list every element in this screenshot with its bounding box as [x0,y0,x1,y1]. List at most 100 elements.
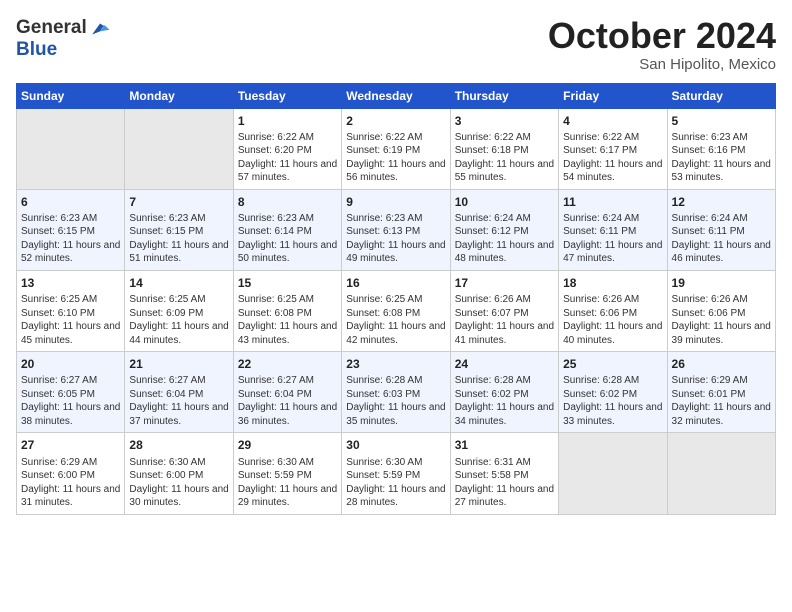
daylight-text: Daylight: 11 hours and 33 minutes. [563,401,662,428]
sunrise-text: Sunrise: 6:30 AM [346,456,445,470]
calendar-cell: 30Sunrise: 6:30 AMSunset: 5:59 PMDayligh… [342,433,450,514]
sunrise-text: Sunrise: 6:24 AM [672,212,771,226]
sunset-text: Sunset: 6:13 PM [346,225,445,239]
col-header-sunday: Sunday [17,83,125,108]
sunrise-text: Sunrise: 6:23 AM [346,212,445,226]
daylight-text: Daylight: 11 hours and 52 minutes. [21,239,120,266]
calendar-cell: 9Sunrise: 6:23 AMSunset: 6:13 PMDaylight… [342,189,450,270]
sunset-text: Sunset: 6:16 PM [672,144,771,158]
location-title: San Hipolito, Mexico [548,56,776,73]
sunset-text: Sunset: 6:04 PM [238,388,337,402]
day-number: 5 [672,113,771,129]
sunrise-text: Sunrise: 6:25 AM [238,293,337,307]
calendar-cell: 21Sunrise: 6:27 AMSunset: 6:04 PMDayligh… [125,352,233,433]
calendar-cell: 26Sunrise: 6:29 AMSunset: 6:01 PMDayligh… [667,352,775,433]
sunset-text: Sunset: 6:08 PM [238,307,337,321]
calendar-cell: 7Sunrise: 6:23 AMSunset: 6:15 PMDaylight… [125,189,233,270]
day-number: 27 [21,437,120,453]
calendar-week-row: 27 Sunrise: 6:29 AMSunset: 6:00 PM Dayligh… [17,433,776,514]
sunrise-text: Sunrise: 6:22 AM [563,131,662,145]
sunset-text: Sunset: 5:59 PM [346,469,445,483]
col-header-friday: Friday [559,83,667,108]
sunrise-text: Sunrise: 6:29 AM [672,374,771,388]
sunrise-text: Sunrise: 6:31 AM [455,456,554,470]
daylight-text: Daylight: 11 hours and 40 minutes. [563,320,662,347]
calendar-cell: 24Sunrise: 6:28 AMSunset: 6:02 PMDayligh… [450,352,558,433]
sunrise-text: Sunrise: 6:28 AM [455,374,554,388]
daylight-text: Daylight: 11 hours and 57 minutes. [238,158,337,185]
daylight-text: Daylight: 11 hours and 43 minutes. [238,320,337,347]
sunrise-text: Sunrise: 6:27 AM [238,374,337,388]
sunset-text: Sunset: 6:15 PM [21,225,120,239]
sunrise-text: Sunrise: 6:29 AM [21,456,120,470]
daylight-text: Daylight: 11 hours and 44 minutes. [129,320,228,347]
sunrise-text: Sunrise: 6:26 AM [672,293,771,307]
calendar-cell: 4Sunrise: 6:22 AMSunset: 6:17 PMDaylight… [559,108,667,189]
sunrise-text: Sunrise: 6:27 AM [129,374,228,388]
calendar-cell [17,108,125,189]
daylight-text: Daylight: 11 hours and 49 minutes. [346,239,445,266]
daylight-text: Daylight: 11 hours and 30 minutes. [129,483,228,510]
day-number: 14 [129,275,228,291]
day-number: 3 [455,113,554,129]
daylight-text: Daylight: 11 hours and 34 minutes. [455,401,554,428]
daylight-text: Daylight: 11 hours and 37 minutes. [129,401,228,428]
calendar-cell: 31Sunrise: 6:31 AMSunset: 5:58 PMDayligh… [450,433,558,514]
calendar-table: SundayMondayTuesdayWednesdayThursdayFrid… [16,83,776,515]
sunrise-text: Sunrise: 6:30 AM [238,456,337,470]
daylight-text: Daylight: 11 hours and 38 minutes. [21,401,120,428]
calendar-cell: 28Sunrise: 6:30 AMSunset: 6:00 PMDayligh… [125,433,233,514]
sunrise-text: Sunrise: 6:23 AM [129,212,228,226]
calendar-cell: 10Sunrise: 6:24 AMSunset: 6:12 PMDayligh… [450,189,558,270]
sunset-text: Sunset: 6:17 PM [563,144,662,158]
calendar-cell: 18Sunrise: 6:26 AMSunset: 6:06 PMDayligh… [559,270,667,351]
sunset-text: Sunset: 6:10 PM [21,307,120,321]
day-number: 10 [455,194,554,210]
calendar-cell [125,108,233,189]
calendar-cell: 27Sunrise: 6:29 AMSunset: 6:00 PMDayligh… [17,433,125,514]
day-number: 26 [672,356,771,372]
sunrise-text: Sunrise: 6:26 AM [455,293,554,307]
logo-bird-icon [89,18,111,40]
sunset-text: Sunset: 6:01 PM [672,388,771,402]
calendar-cell: 11Sunrise: 6:24 AMSunset: 6:11 PMDayligh… [559,189,667,270]
sunset-text: Sunset: 6:05 PM [21,388,120,402]
day-number: 7 [129,194,228,210]
col-header-saturday: Saturday [667,83,775,108]
sunrise-text: Sunrise: 6:22 AM [346,131,445,145]
calendar-cell: 17Sunrise: 6:26 AMSunset: 6:07 PMDayligh… [450,270,558,351]
sunset-text: Sunset: 6:12 PM [455,225,554,239]
day-number: 31 [455,437,554,453]
calendar-cell [667,433,775,514]
day-number: 1 [238,113,337,129]
sunrise-text: Sunrise: 6:25 AM [129,293,228,307]
calendar-cell: 29Sunrise: 6:30 AMSunset: 5:59 PMDayligh… [233,433,341,514]
col-header-thursday: Thursday [450,83,558,108]
daylight-text: Daylight: 11 hours and 54 minutes. [563,158,662,185]
sunset-text: Sunset: 6:18 PM [455,144,554,158]
daylight-text: Daylight: 11 hours and 29 minutes. [238,483,337,510]
sunrise-text: Sunrise: 6:23 AM [238,212,337,226]
sunset-text: Sunset: 6:14 PM [238,225,337,239]
month-title: October 2024 [548,16,776,56]
sunset-text: Sunset: 6:00 PM [21,469,120,483]
sunrise-text: Sunrise: 6:30 AM [129,456,228,470]
daylight-text: Daylight: 11 hours and 28 minutes. [346,483,445,510]
calendar-cell: 2Sunrise: 6:22 AMSunset: 6:19 PMDaylight… [342,108,450,189]
col-header-tuesday: Tuesday [233,83,341,108]
sunrise-text: Sunrise: 6:23 AM [672,131,771,145]
calendar-week-row: 20Sunrise: 6:27 AMSunset: 6:05 PMDayligh… [17,352,776,433]
day-number: 25 [563,356,662,372]
sunset-text: Sunset: 6:06 PM [563,307,662,321]
calendar-cell: 20 Sunrise: 6:27 AMSunset: 6:05 PMDayligh… [17,352,125,433]
logo-blue: Blue [16,40,111,61]
calendar-week-row: 1Sunrise: 6:22 AMSunset: 6:20 PMDaylight… [17,108,776,189]
day-number: 20 [21,356,120,372]
sunrise-text: Sunrise: 6:27 AM [21,374,120,388]
sunrise-text: Sunrise: 6:24 AM [563,212,662,226]
calendar-cell: 15Sunrise: 6:25 AMSunset: 6:08 PMDayligh… [233,270,341,351]
calendar-cell: 13Sunrise: 6:25 AMSunset: 6:10 PMDayligh… [17,270,125,351]
calendar-header-row: SundayMondayTuesdayWednesdayThursdayFrid… [17,83,776,108]
calendar-cell: 8Sunrise: 6:23 AMSunset: 6:14 PMDaylight… [233,189,341,270]
day-number: 12 [672,194,771,210]
